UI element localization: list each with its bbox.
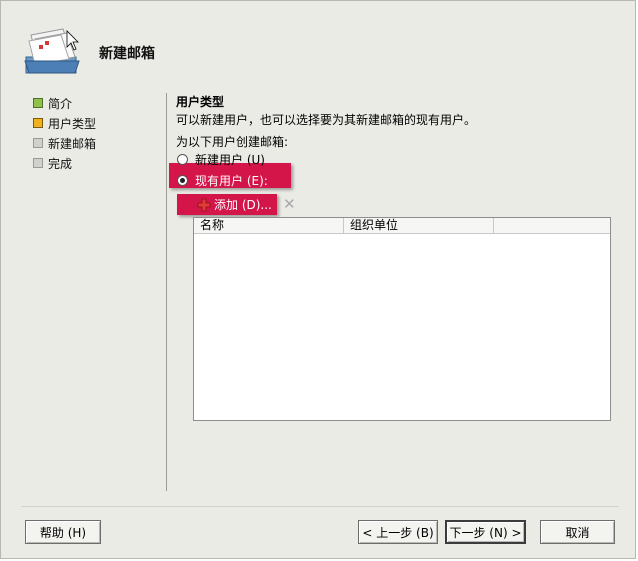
step-label: 用户类型 xyxy=(48,116,97,131)
section-title: 用户类型 xyxy=(176,95,225,109)
step-finish: 完成 xyxy=(31,153,161,173)
step-pending-icon xyxy=(33,138,43,148)
new-user-radio[interactable]: 新建用户 (U) xyxy=(177,151,265,168)
cancel-button[interactable]: 取消 xyxy=(540,520,615,544)
existing-user-radio[interactable]: 现有用户 (E): xyxy=(177,172,268,189)
radio-checked-icon xyxy=(177,175,188,186)
create-for-label: 为以下用户创建邮箱: xyxy=(176,135,289,149)
radio-label: 现有用户 (E): xyxy=(195,174,268,188)
user-list-header: 名称 组织单位 xyxy=(194,218,610,234)
add-button[interactable]: 添加 (D)... xyxy=(197,196,272,213)
radio-unchecked-icon xyxy=(177,154,188,165)
dialog-header: 新建邮箱 xyxy=(1,1,637,81)
new-mailbox-dialog: 新建邮箱 简介 用户类型 新建邮箱 完成 用户类型 可以新建用户，也可以选择要为… xyxy=(0,0,636,559)
column-header-name[interactable]: 名称 xyxy=(194,218,344,234)
section-description: 可以新建用户，也可以选择要为其新建邮箱的现有用户。 xyxy=(176,113,477,127)
add-button-label: 添加 (D)... xyxy=(214,198,272,212)
step-label: 简介 xyxy=(48,96,73,111)
step-label: 新建邮箱 xyxy=(48,136,97,151)
radio-label: 新建用户 (U) xyxy=(195,153,265,167)
vertical-divider xyxy=(166,93,167,491)
mailbox-wizard-icon xyxy=(24,28,80,74)
wizard-steps: 简介 用户类型 新建邮箱 完成 xyxy=(31,93,161,173)
step-user-type: 用户类型 xyxy=(31,113,161,133)
step-label: 完成 xyxy=(48,156,73,171)
back-button[interactable]: < 上一步 (B) xyxy=(358,520,438,544)
add-icon xyxy=(197,198,211,211)
user-type-panel: 用户类型 可以新建用户，也可以选择要为其新建邮箱的现有用户。 为以下用户创建邮箱… xyxy=(176,93,616,149)
column-header-empty xyxy=(494,218,610,234)
step-current-icon xyxy=(33,118,43,128)
user-list[interactable]: 名称 组织单位 xyxy=(193,217,611,421)
footer-divider xyxy=(21,506,619,507)
step-complete-icon xyxy=(33,98,43,108)
help-button[interactable]: 帮助 (H) xyxy=(25,520,101,544)
step-new-mailbox: 新建邮箱 xyxy=(31,133,161,153)
dialog-title: 新建邮箱 xyxy=(99,46,155,62)
step-intro: 简介 xyxy=(31,93,161,113)
column-header-ou[interactable]: 组织单位 xyxy=(344,218,494,234)
remove-icon[interactable]: ✕ xyxy=(283,197,296,212)
step-pending-icon xyxy=(33,158,43,168)
next-button[interactable]: 下一步 (N) > xyxy=(445,520,526,544)
